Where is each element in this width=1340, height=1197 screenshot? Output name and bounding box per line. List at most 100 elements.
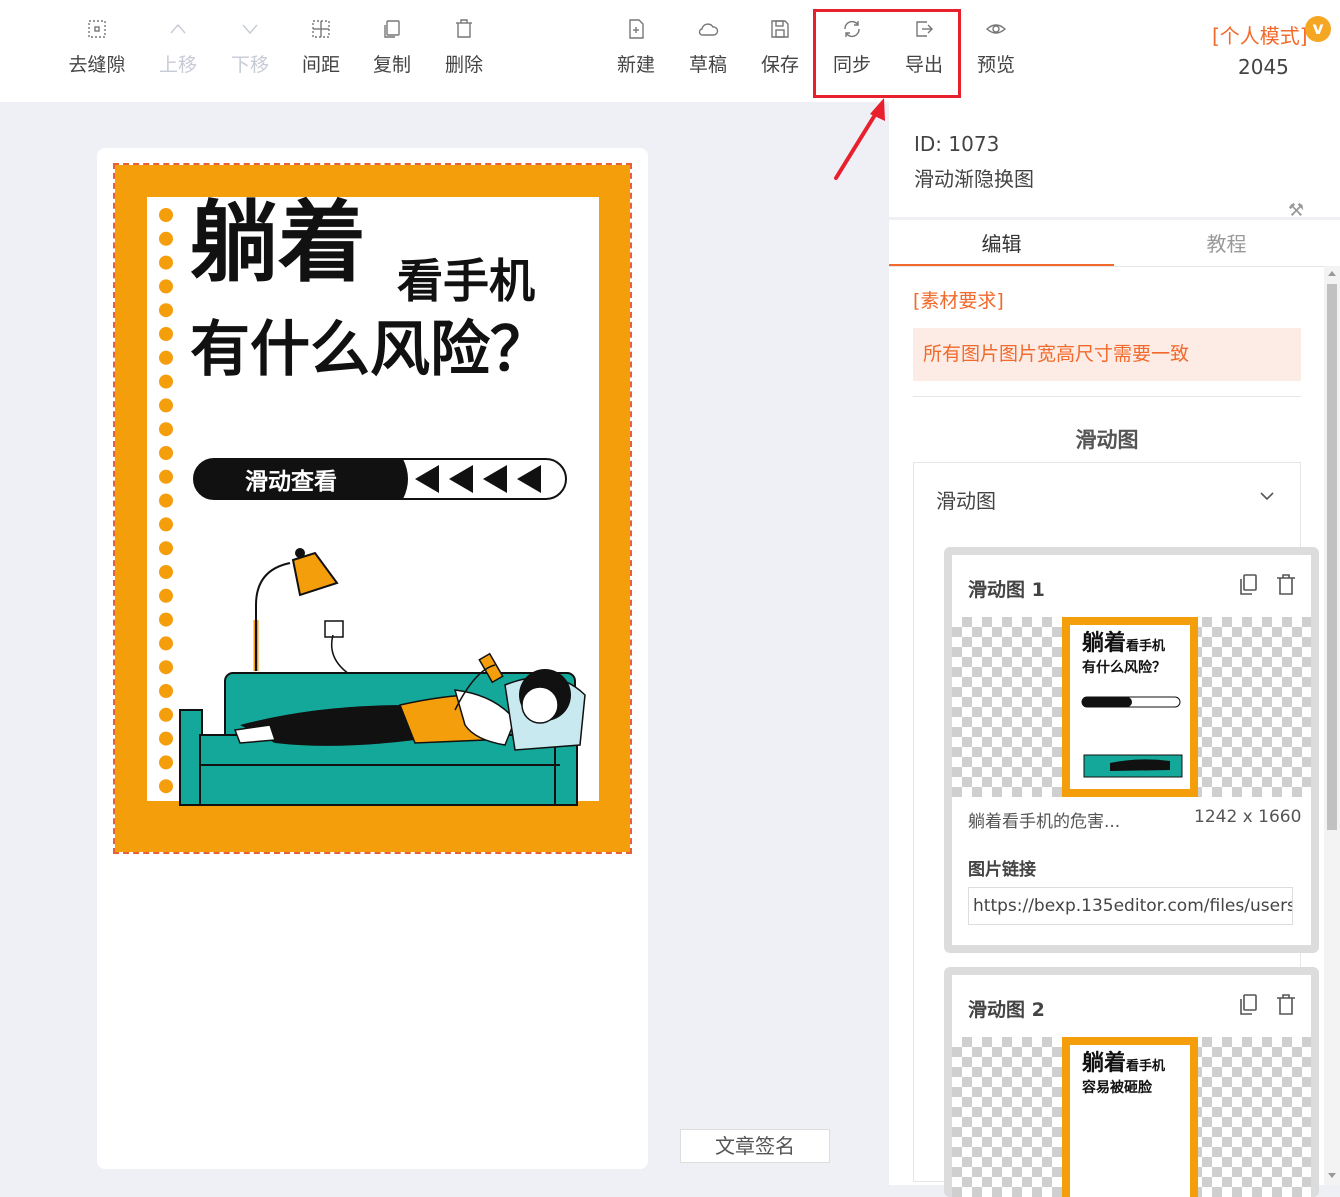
- requirement-notice: 所有图片图片宽高尺寸需要一致: [913, 328, 1301, 381]
- poster-dot: [159, 636, 173, 651]
- collapse-header[interactable]: 滑动图: [936, 485, 996, 514]
- poster-dot: [159, 707, 173, 722]
- scroll-up-icon[interactable]: [1328, 271, 1336, 276]
- poster-dot: [159, 255, 173, 270]
- poster-dot: [159, 279, 173, 294]
- chevron-down-icon[interactable]: [1259, 489, 1275, 503]
- poster-dot: [159, 303, 173, 318]
- move-up-button[interactable]: 上移: [143, 18, 213, 77]
- poster-dot: [159, 541, 173, 556]
- divider: [889, 217, 1340, 220]
- copy-icon[interactable]: [1237, 573, 1259, 597]
- cloud-icon: [673, 18, 743, 46]
- copy-label: 复制: [372, 54, 411, 76]
- chevron-down-icon: [215, 18, 285, 46]
- thumb-title-small: 看手机: [1126, 1059, 1166, 1074]
- trash-icon: [429, 18, 499, 46]
- slide-card: 滑动图 2 躺着看手机 容易被砸脸: [944, 967, 1319, 1197]
- thumb-illustration: [1081, 696, 1183, 778]
- toolbar: 去缝隙 上移 下移 间距 复制 删除 新建 草稿 保存 同步 导出 预览 [个人…: [0, 0, 1340, 102]
- move-down-button[interactable]: 下移: [215, 18, 285, 77]
- preview-label: 预览: [976, 54, 1015, 76]
- poster-dot: [159, 374, 173, 389]
- preview-button[interactable]: 预览: [961, 18, 1031, 77]
- draft-button[interactable]: 草稿: [673, 18, 743, 77]
- poster-dot: [159, 684, 173, 698]
- remove-gap-icon: [62, 18, 132, 46]
- new-file-icon: [601, 18, 671, 46]
- remove-gap-label: 去缝隙: [68, 54, 126, 76]
- copy-icon[interactable]: [1237, 993, 1259, 1017]
- slide-collapse-panel: 滑动图 滑动图 1 躺着看手机 有什么风险？ 躺着看手机的危害... 1242 …: [913, 462, 1319, 1197]
- poster-dot: [159, 779, 173, 794]
- save-icon: [745, 18, 815, 46]
- thumb-title-big: 躺着: [1082, 1051, 1127, 1076]
- poster-dot: [159, 231, 173, 246]
- slide-thumbnail[interactable]: 躺着看手机 容易被砸脸: [952, 1037, 1311, 1197]
- slide-title: 滑动图 2: [968, 999, 1045, 1021]
- poster-title-line2: 有什么风险？: [190, 315, 550, 385]
- poster-dot: [159, 517, 173, 532]
- scroll-down-icon[interactable]: [1328, 1173, 1336, 1178]
- trash-icon[interactable]: [1275, 573, 1297, 597]
- image-link-label: 图片链接: [968, 860, 1036, 880]
- credit-count: 2045: [1238, 55, 1289, 79]
- scrollbar-thumb[interactable]: [1327, 284, 1337, 830]
- spacing-icon: [286, 18, 356, 46]
- trash-icon[interactable]: [1275, 993, 1297, 1017]
- draft-label: 草稿: [688, 54, 727, 76]
- poster-slide-label: 滑动查看: [245, 469, 337, 495]
- remove-gap-button[interactable]: 去缝隙: [62, 18, 132, 77]
- thumbnail-poster: 躺着看手机 容易被砸脸: [1062, 1037, 1198, 1197]
- thumbnail-poster: 躺着看手机 有什么风险？: [1062, 617, 1198, 797]
- file-name: 躺着看手机的危害...: [968, 812, 1121, 832]
- move-up-label: 上移: [158, 54, 197, 76]
- new-button[interactable]: 新建: [601, 18, 671, 77]
- poster-dot: [159, 565, 173, 579]
- template-name: 滑动渐隐换图: [914, 167, 1034, 191]
- highlight-annotation-box: [813, 9, 961, 98]
- slide-card: 滑动图 1 躺着看手机 有什么风险？ 躺着看手机的危害... 1242 x 16…: [944, 547, 1319, 953]
- mode-label[interactable]: [个人模式]: [1212, 20, 1308, 49]
- move-down-label: 下移: [230, 54, 269, 76]
- thumb-title-line2: 容易被砸脸: [1082, 1080, 1152, 1096]
- annotation-arrow-icon: [834, 98, 885, 180]
- chevron-up-icon: [143, 18, 213, 46]
- template-id: ID: 1073: [914, 132, 1000, 156]
- poster-title-small: 看手机: [397, 254, 535, 308]
- new-label: 新建: [616, 54, 655, 76]
- tab-tutorial[interactable]: 教程: [1114, 228, 1339, 257]
- requirement-title: [素材要求]: [913, 290, 1004, 312]
- poster-dot: [159, 731, 173, 746]
- poster-preview[interactable]: 躺着 看手机 有什么风险？ 滑动查看: [113, 163, 632, 854]
- poster-dot: [159, 469, 173, 484]
- article-signature-button[interactable]: 文章签名: [680, 1129, 830, 1163]
- save-button[interactable]: 保存: [745, 18, 815, 77]
- vip-badge-icon: v: [1305, 16, 1331, 42]
- copy-icon: [357, 18, 427, 46]
- copy-button[interactable]: 复制: [357, 18, 427, 77]
- poster-dot: [159, 398, 173, 413]
- poster-title-big: 躺着: [190, 191, 366, 294]
- slide-title: 滑动图 1: [968, 579, 1045, 601]
- poster-dot: [159, 422, 173, 437]
- delete-button[interactable]: 删除: [429, 18, 499, 77]
- divider: [913, 396, 1301, 397]
- image-link-input[interactable]: https://bexp.135editor.com/files/users/0…: [968, 887, 1293, 925]
- panel-scrollbar[interactable]: [1324, 266, 1340, 1185]
- poster-dot: [159, 350, 173, 365]
- spacing-button[interactable]: 间距: [286, 18, 356, 77]
- poster-dot: [159, 660, 173, 675]
- poster-dot: [159, 493, 173, 508]
- slide-thumbnail[interactable]: 躺着看手机 有什么风险？: [952, 617, 1311, 797]
- delete-label: 删除: [444, 54, 483, 76]
- poster-dot: [159, 327, 173, 341]
- poster-dot: [159, 755, 173, 770]
- image-dimensions: 1242 x 1660: [1194, 807, 1302, 827]
- save-label: 保存: [760, 54, 799, 76]
- section-title: 滑动图: [1075, 428, 1139, 452]
- right-panel: ID: 1073 滑动渐隐换图 ⚒ 编辑 教程 [素材要求] 所有图片图片宽高尺…: [889, 102, 1340, 1197]
- poster-illustration: 躺着 看手机 有什么风险？ 滑动查看: [115, 165, 630, 852]
- divider: [889, 266, 1340, 267]
- tab-edit[interactable]: 编辑: [889, 228, 1114, 257]
